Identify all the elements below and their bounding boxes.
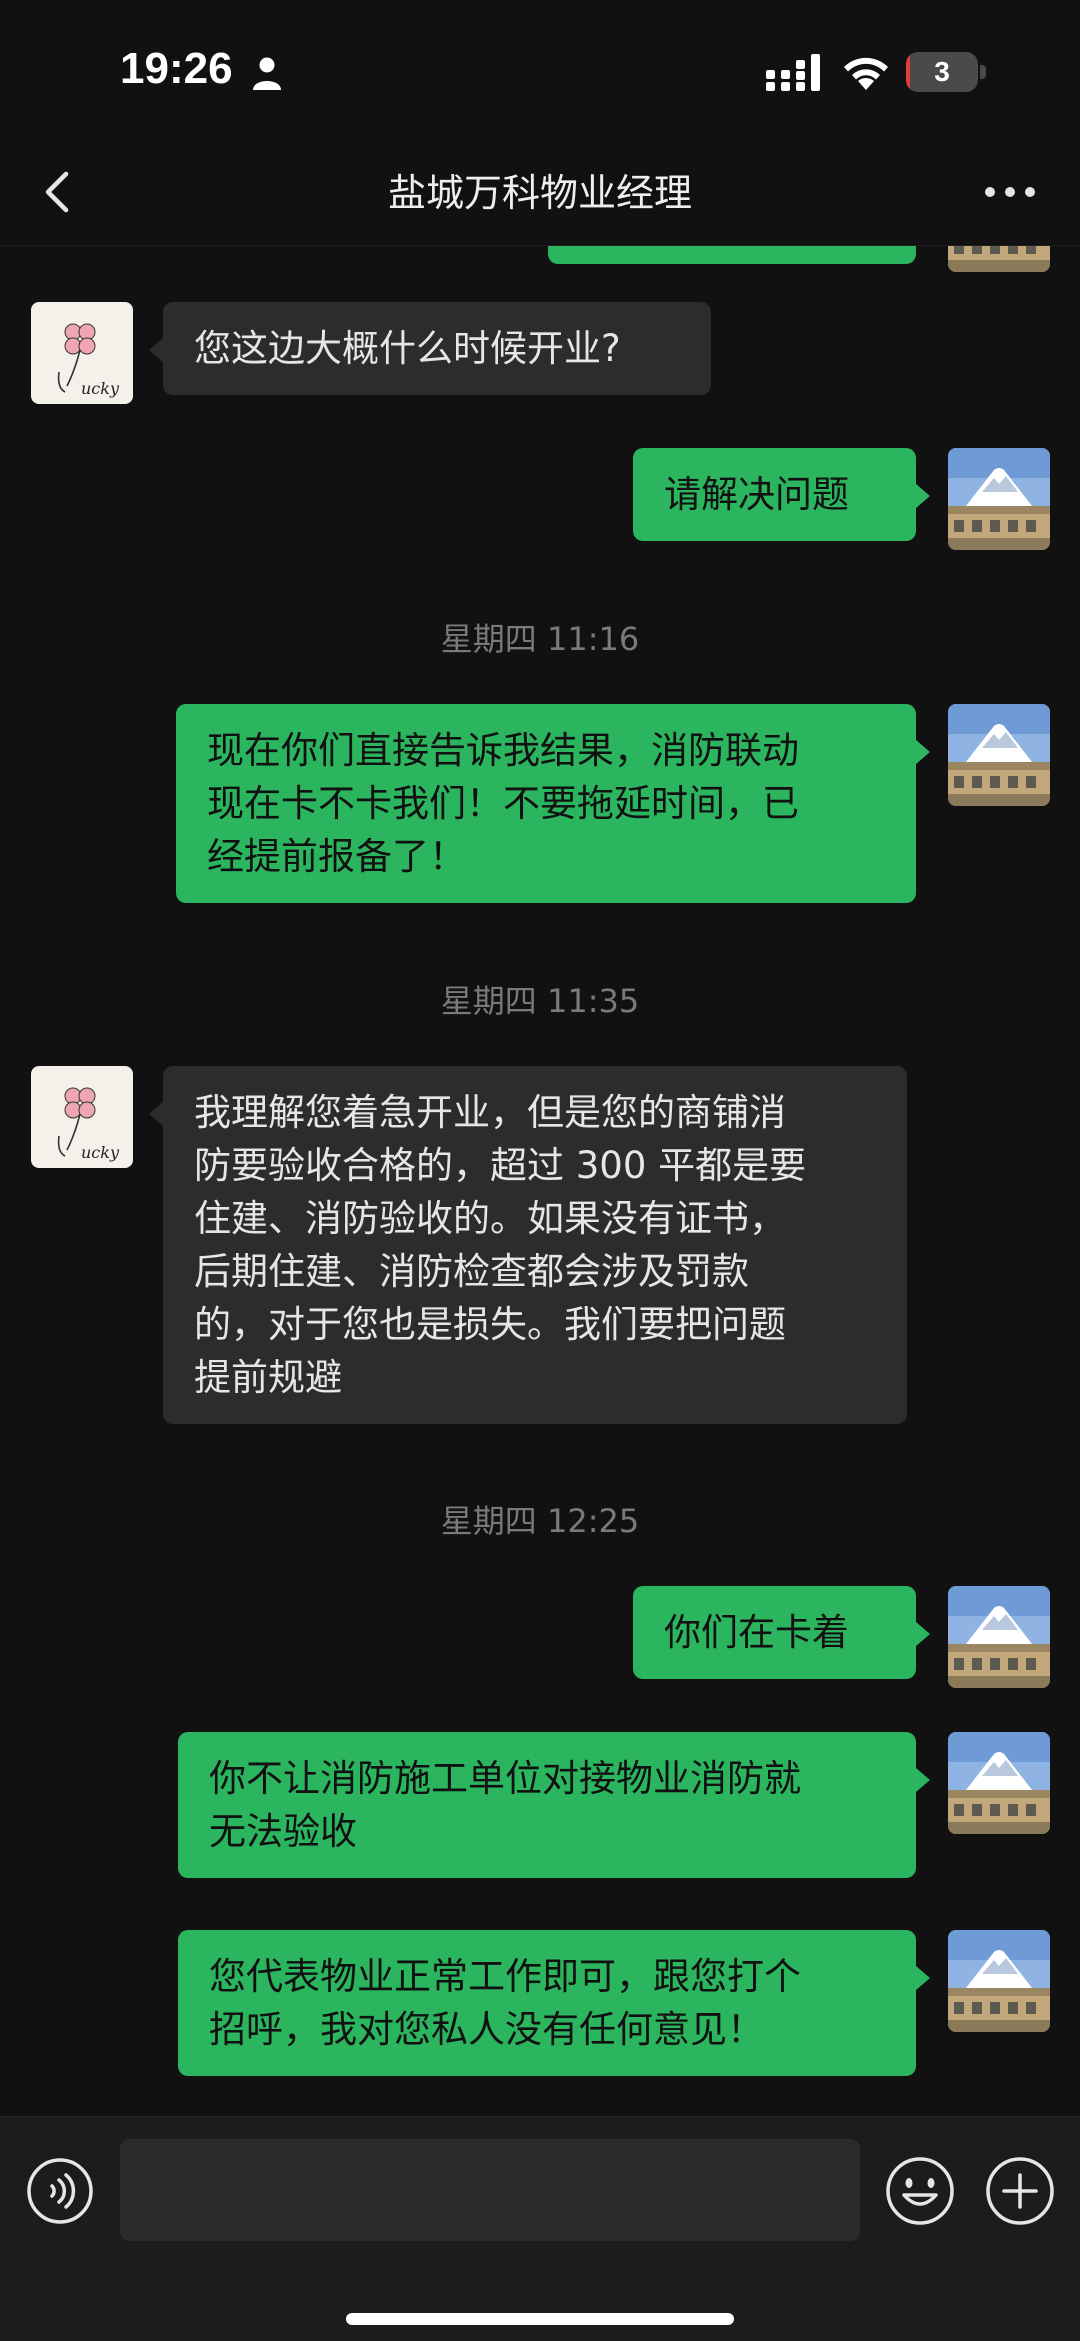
plus-icon[interactable] [984,2155,1056,2227]
my-avatar[interactable] [948,1586,1050,1688]
message-row: 您代表物业正常工作即可，跟您打个 招呼，我对您私人没有任何意见！ [0,1930,1080,2086]
my-avatar[interactable] [948,704,1050,806]
message-row: 请解决问题 [0,448,1080,552]
message-row: 您这边大概什么时候开业? [0,302,1080,406]
status-bar: 19:26 3 [0,0,1080,140]
message-bubble[interactable]: 请解决问题 [633,448,930,541]
my-avatar[interactable] [948,1732,1050,1834]
message-input[interactable] [120,2139,860,2241]
voice-icon[interactable] [26,2157,94,2225]
message-bubble[interactable]: 您这边大概什么时候开业? [149,302,711,395]
timestamp: 星期四 11:16 [440,620,640,658]
battery-indicator: 3 [906,52,986,92]
message-row: 你们在卡着 [0,1586,1080,1690]
wifi-icon [844,57,888,90]
message-row: 我理解您着急开业，但是您的商铺消 防要验收合格的，超过 300 平都是要 住建、… [0,1066,1080,1434]
contact-avatar[interactable] [31,302,133,404]
message-bubble[interactable]: 您代表物业正常工作即可，跟您打个 招呼，我对您私人没有任何意见！ [178,1930,930,2076]
message-bubble[interactable]: 你们在卡着 [633,1586,930,1679]
home-indicator[interactable] [346,2313,734,2325]
input-bar [0,2116,1080,2341]
my-avatar[interactable] [948,448,1050,550]
message-bubble[interactable]: 现在你们直接告诉我结果，消防联动 现在卡不卡我们！不要拖延时间，已 经提前报备了… [176,704,930,903]
message-bubble-partial [548,246,916,264]
message-row: 你不让消防施工单位对接物业消防就 无法验收 [0,1732,1080,1888]
message-row: 现在你们直接告诉我结果，消防联动 现在卡不卡我们！不要拖延时间，已 经提前报备了… [0,704,1080,912]
status-time: 19:26 [120,44,233,93]
person-icon [253,57,281,90]
chat-header: 盐城万科物业经理 [0,140,1080,246]
chat-title: 盐城万科物业经理 [387,171,692,215]
timestamp: 星期四 11:35 [440,982,640,1020]
cellular-signal-icon [766,54,820,91]
message-bubble[interactable]: 你不让消防施工单位对接物业消防就 无法验收 [178,1732,930,1878]
my-avatar[interactable] [948,1930,1050,2032]
timestamp: 星期四 12:25 [440,1502,640,1540]
message-bubble[interactable]: 我理解您着急开业，但是您的商铺消 防要验收合格的，超过 300 平都是要 住建、… [149,1066,907,1424]
back-icon[interactable] [30,162,90,222]
my-avatar [948,246,1050,272]
battery-level-text: 3 [934,56,950,87]
emoji-icon[interactable] [884,2155,956,2227]
more-dots-icon[interactable] [978,172,1042,212]
chat-message-list[interactable]: 您这边大概什么时候开业? 请解决问题 星期四 11:16 现在你们直接告诉我结果… [0,246,1080,2116]
contact-avatar[interactable] [31,1066,133,1168]
